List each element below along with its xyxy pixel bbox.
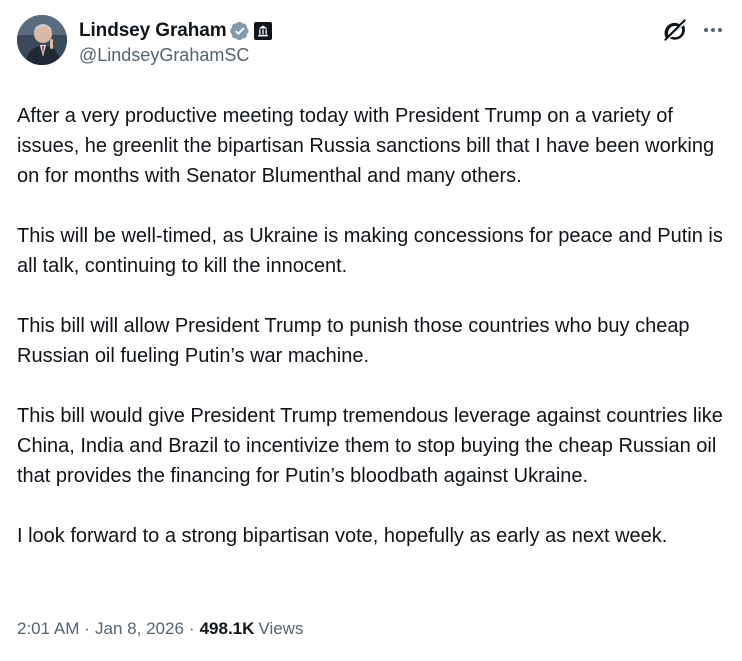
tweet-date[interactable]: Jan 8, 2026 <box>95 619 184 639</box>
tweet-time[interactable]: 2:01 AM <box>17 619 79 639</box>
display-name[interactable]: Lindsey Graham <box>79 20 227 42</box>
author-handle[interactable]: @LindseyGrahamSC <box>79 45 272 66</box>
tweet-paragraph: This bill would give President Trump tre… <box>17 405 729 487</box>
name-row: Lindsey Graham <box>79 19 273 43</box>
tweet: Lindsey Graham @LindseyGrahamSC After a … <box>0 0 742 661</box>
grok-icon[interactable] <box>663 18 687 42</box>
tweet-paragraph: After a very productive meeting today wi… <box>17 105 720 187</box>
more-icon[interactable] <box>701 18 725 42</box>
views-label: Views <box>258 619 304 638</box>
tweet-paragraph: I look forward to a strong bipartisan vo… <box>17 525 668 547</box>
tweet-paragraph: This bill will allow President Trump to … <box>17 315 696 367</box>
tweet-header: Lindsey Graham @LindseyGrahamSC <box>17 15 725 73</box>
separator: · <box>188 619 195 638</box>
separator: · <box>84 619 91 638</box>
header-actions <box>663 18 725 42</box>
tweet-paragraph: This will be well-timed, as Ukraine is m… <box>17 225 729 277</box>
tweet-meta: 2:01 AM · Jan 8, 2026 · 498.1K Views <box>17 619 303 639</box>
views-count: 498.1K <box>199 619 255 638</box>
verified-badge-icon[interactable] <box>230 21 250 41</box>
government-building-icon[interactable] <box>254 22 273 40</box>
avatar[interactable] <box>17 15 67 65</box>
author-names: Lindsey Graham @LindseyGrahamSC <box>79 19 273 66</box>
tweet-text: After a very productive meeting today wi… <box>17 101 725 551</box>
